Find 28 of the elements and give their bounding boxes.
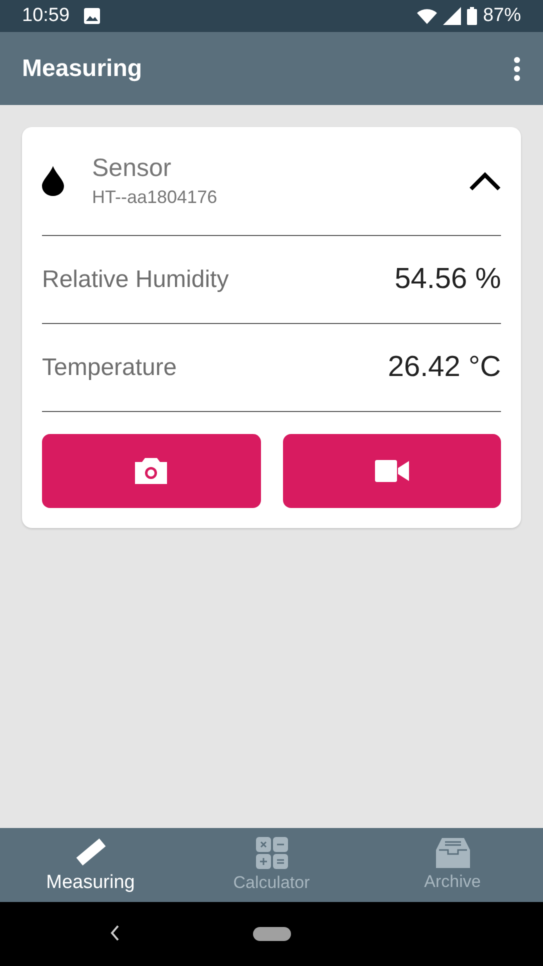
nav-tab[interactable]: Calculator <box>181 828 362 902</box>
water-drop-icon <box>42 166 64 196</box>
photo-button[interactable] <box>42 434 260 508</box>
chevron-up-icon[interactable] <box>469 171 501 191</box>
image-icon <box>84 8 100 24</box>
ruler-icon <box>74 836 108 868</box>
screen-title: Measuring <box>22 54 142 82</box>
battery-percent: 87% <box>482 5 521 27</box>
wifi-icon <box>416 8 437 24</box>
status-time: 10:59 <box>22 5 70 27</box>
calculator-icon <box>256 837 288 869</box>
nav-tab[interactable]: Measuring <box>0 828 181 902</box>
signal-icon <box>442 7 461 25</box>
camera-icon <box>135 458 168 484</box>
video-camera-icon <box>374 460 409 482</box>
sensor-title: Sensor <box>92 154 172 183</box>
home-pill[interactable] <box>252 927 290 941</box>
reading-value: 54.56 % <box>394 263 501 296</box>
more-menu-icon[interactable] <box>513 56 521 80</box>
battery-icon <box>466 7 477 25</box>
archive-icon <box>436 838 470 868</box>
nav-tab[interactable]: Archive <box>362 828 543 902</box>
back-icon[interactable] <box>110 924 120 942</box>
sensor-id: HT--aa1804176 <box>92 187 218 208</box>
video-button[interactable] <box>282 434 501 508</box>
reading-label: Relative Humidity <box>42 266 229 294</box>
reading-value: 26.42 °C <box>388 351 501 384</box>
reading-label: Temperature <box>42 354 177 382</box>
